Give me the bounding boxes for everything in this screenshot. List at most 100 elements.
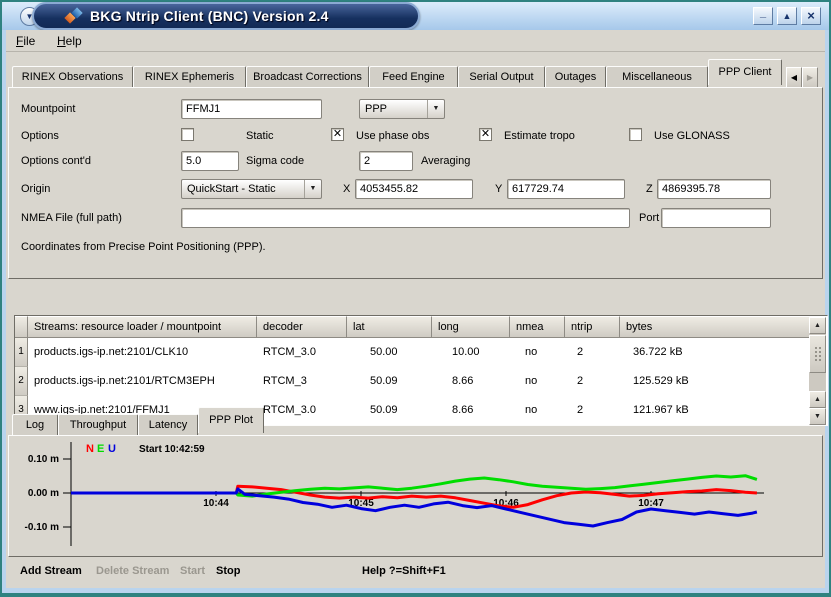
averaging-label: Averaging [421,155,470,167]
nmea-file-label: NMEA File (full path) [21,212,122,224]
titlebar[interactable]: ▼ BKG Ntrip Client (BNC) Version 2.4 _ ▲… [2,2,829,30]
options-label: Options [21,130,59,142]
table-corner [15,316,28,338]
add-stream-button[interactable]: Add Stream [20,565,82,577]
menu-file[interactable]: File [16,34,35,48]
tab-latency[interactable]: Latency [138,414,198,436]
col-header-lat[interactable]: lat [347,316,432,338]
window-title: BKG Ntrip Client (BNC) Version 2.4 [90,8,329,24]
origin-y-input[interactable] [507,179,625,199]
tab-throughput[interactable]: Throughput [58,414,138,436]
origin-combobox[interactable]: QuickStart - Static ▼ [181,179,322,199]
scrollbar-thumb[interactable] [809,335,826,373]
tab-outages[interactable]: Outages [545,66,606,88]
use-phase-obs-label: Use phase obs [356,130,429,142]
ppp-client-panel: Mountpoint PPP ▼ Options Static ✕ Use ph… [8,87,823,279]
svg-text:0.00 m: 0.00 m [28,488,59,499]
col-header-bytes[interactable]: bytes [620,316,810,338]
menu-help[interactable]: Help [57,34,82,48]
origin-z-label: Z [646,183,653,195]
options-contd-label: Options cont'd [21,155,91,167]
minimize-button[interactable]: _ [753,7,773,25]
tab-scroll-left-button[interactable]: ◀ [786,67,802,88]
arrow-down-icon: ▼ [814,413,821,420]
svg-text:Start 10:42:59: Start 10:42:59 [139,444,205,455]
grip-dots-icon [814,346,823,362]
estimate-tropo-checkbox[interactable]: ✕ [479,128,492,141]
use-glonass-label: Use GLONASS [654,130,730,142]
tab-rinex-observations[interactable]: RINEX Observations [12,66,133,88]
bnc-app-icon [64,8,82,24]
port-label: Port [639,212,659,224]
sigma-code-label: Sigma code [246,155,304,167]
origin-z-input[interactable] [657,179,771,199]
col-header-ntrip[interactable]: ntrip [565,316,620,338]
ppp-mode-combobox[interactable]: PPP ▼ [359,99,445,119]
ppp-note-text: Coordinates from Precise Point Positioni… [21,241,266,253]
svg-text:-0.10 m: -0.10 m [25,522,60,533]
table-row[interactable]: products.igs-ip.net:2101/CLK10 [28,338,257,367]
use-phase-obs-checkbox[interactable]: ✕ [331,128,344,141]
origin-y-label: Y [495,183,502,195]
tab-feed-engine[interactable]: Feed Engine [369,66,458,88]
svg-text:N: N [86,443,94,455]
bottom-tabbar: Log Throughput Latency PPP Plot [12,410,264,436]
svg-text:E: E [97,443,104,455]
stop-button[interactable]: Stop [216,565,240,577]
origin-label: Origin [21,183,50,195]
row-header-2: 2 [15,367,28,396]
table-row[interactable]: products.igs-ip.net:2101/RTCM3EPH [28,367,257,396]
col-header-mountpoint[interactable]: Streams: resource loader / mountpoint [28,316,257,338]
arrow-left-icon: ◀ [791,73,797,82]
tab-log[interactable]: Log [12,414,58,436]
nmea-file-input[interactable] [181,208,630,228]
arrow-right-icon: ▶ [807,73,813,82]
svg-text:10:47: 10:47 [638,498,664,509]
svg-text:U: U [108,443,116,455]
arrow-up-icon: ▲ [814,396,821,403]
minimize-icon: _ [760,7,766,19]
combo-arrow-icon: ▼ [304,180,321,198]
combo-arrow-icon: ▼ [427,100,444,118]
arrow-up-icon: ▲ [814,322,821,329]
scroll-down-button[interactable]: ▼ [809,408,826,425]
table-scrollbar[interactable]: ▲ ▲ ▼ [809,317,826,425]
col-header-long[interactable]: long [432,316,510,338]
scroll-up-button[interactable]: ▲ [809,317,826,334]
svg-text:0.10 m: 0.10 m [28,454,59,465]
tab-rinex-ephemeris[interactable]: RINEX Ephemeris [133,66,246,88]
tab-serial-output[interactable]: Serial Output [458,66,545,88]
tab-ppp-plot[interactable]: PPP Plot [198,407,264,433]
mountpoint-label: Mountpoint [21,103,75,115]
close-icon: × [807,8,815,23]
main-tabbar: RINEX Observations RINEX Ephemeris Broad… [12,62,818,88]
ppp-mode-value: PPP [360,103,427,115]
col-header-nmea[interactable]: nmea [510,316,565,338]
ppp-plot-panel: 0.10 m0.00 m-0.10 m10:4410:4510:4610:47N… [8,435,823,557]
col-header-decoder[interactable]: decoder [257,316,347,338]
bnc-window: ▼ BKG Ntrip Client (BNC) Version 2.4 _ ▲… [0,0,831,597]
origin-x-input[interactable] [355,179,473,199]
scroll-up-button-2[interactable]: ▲ [809,391,826,408]
tab-ppp-client[interactable]: PPP Client [708,59,782,85]
mountpoint-input[interactable] [181,99,322,119]
maximize-icon: ▲ [783,11,792,21]
origin-x-label: X [343,183,350,195]
use-glonass-checkbox[interactable] [629,128,642,141]
tab-broadcast-corrections[interactable]: Broadcast Corrections [246,66,369,88]
estimate-tropo-label: Estimate tropo [504,130,575,142]
close-button[interactable]: × [801,7,821,25]
tab-scroll-right-button: ▶ [802,67,818,88]
sigma-code-input[interactable] [181,151,239,171]
static-label: Static [246,130,274,142]
svg-text:10:44: 10:44 [203,498,229,509]
delete-stream-button: Delete Stream [96,565,169,577]
tab-miscellaneous[interactable]: Miscellaneous [606,66,708,88]
maximize-button[interactable]: ▲ [777,7,797,25]
static-checkbox[interactable] [181,128,194,141]
start-button: Start [180,565,205,577]
averaging-input[interactable] [359,151,413,171]
help-button[interactable]: Help ?=Shift+F1 [362,565,446,577]
nmea-port-input[interactable] [661,208,771,228]
window-content: File Help RINEX Observations RINEX Ephem… [6,30,825,588]
